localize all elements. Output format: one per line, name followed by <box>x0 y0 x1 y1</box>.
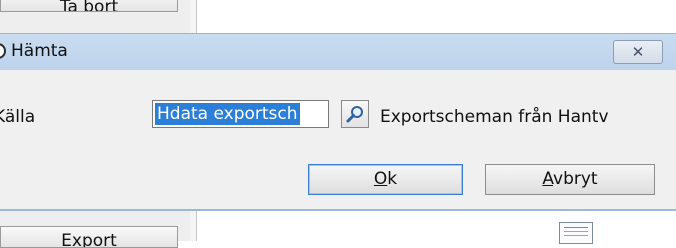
source-description: Exportscheman från Hantv <box>380 107 609 127</box>
ok-button[interactable]: Ok <box>308 164 463 195</box>
close-icon: ✕ <box>631 43 645 61</box>
cancel-label-rest: vbryt <box>553 169 598 189</box>
remove-button[interactable]: Ta bort <box>0 0 178 12</box>
ok-label-rest: k <box>387 169 398 189</box>
dialog-title: Hämta <box>11 41 68 61</box>
close-button[interactable]: ✕ <box>613 40 663 64</box>
lookup-button[interactable] <box>341 100 369 128</box>
fetch-dialog: Hämta ✕ Källa Hdata exportsch Exportsche… <box>0 33 676 211</box>
cancel-button[interactable]: Avbryt <box>485 164 655 195</box>
app-icon <box>0 43 6 59</box>
source-label: Källa <box>0 107 36 127</box>
ok-mnemonic: O <box>373 169 388 189</box>
search-icon <box>346 106 363 123</box>
dialog-titlebar[interactable]: Hämta ✕ <box>0 33 676 70</box>
cancel-mnemonic: A <box>542 169 554 189</box>
export-button[interactable]: Export <box>0 226 178 248</box>
source-input-value: Hdata exportsch <box>155 103 300 125</box>
source-input[interactable]: Hdata exportsch <box>152 100 329 128</box>
